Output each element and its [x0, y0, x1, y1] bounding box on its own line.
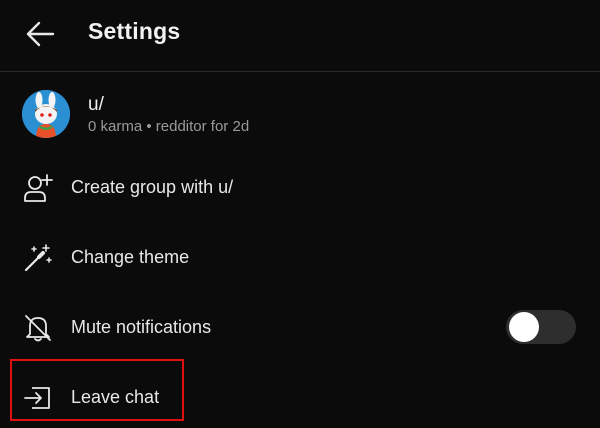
bell-off-icon [22, 312, 54, 344]
back-button[interactable] [20, 14, 60, 54]
create-group-label: Create group with u/ [71, 177, 234, 197]
avatar[interactable] [22, 90, 70, 138]
profile-meta: 0 karma • redditor for 2d [88, 118, 250, 135]
magic-wand-icon [22, 242, 54, 274]
exit-icon [22, 382, 54, 414]
snoo-avatar-icon [22, 90, 70, 138]
mute-notifications-label: Mute notifications [71, 317, 212, 337]
mute-notifications-item[interactable]: Mute notifications [0, 300, 600, 356]
leave-chat-item[interactable]: Leave chat [0, 370, 600, 426]
arrow-left-icon [26, 21, 55, 47]
create-group-item[interactable]: Create group with u/ [0, 160, 600, 216]
toggle-knob [509, 312, 539, 342]
mute-toggle[interactable] [506, 310, 576, 344]
profile-row[interactable]: u/ 0 karma • redditor for 2d [0, 84, 600, 148]
add-user-icon [22, 172, 54, 204]
top-bar: Settings [0, 0, 600, 72]
leave-chat-label: Leave chat [71, 387, 160, 407]
change-theme-label: Change theme [71, 247, 190, 267]
change-theme-item[interactable]: Change theme [0, 230, 600, 286]
profile-username: u/ [88, 94, 104, 115]
page-title: Settings [88, 18, 181, 44]
